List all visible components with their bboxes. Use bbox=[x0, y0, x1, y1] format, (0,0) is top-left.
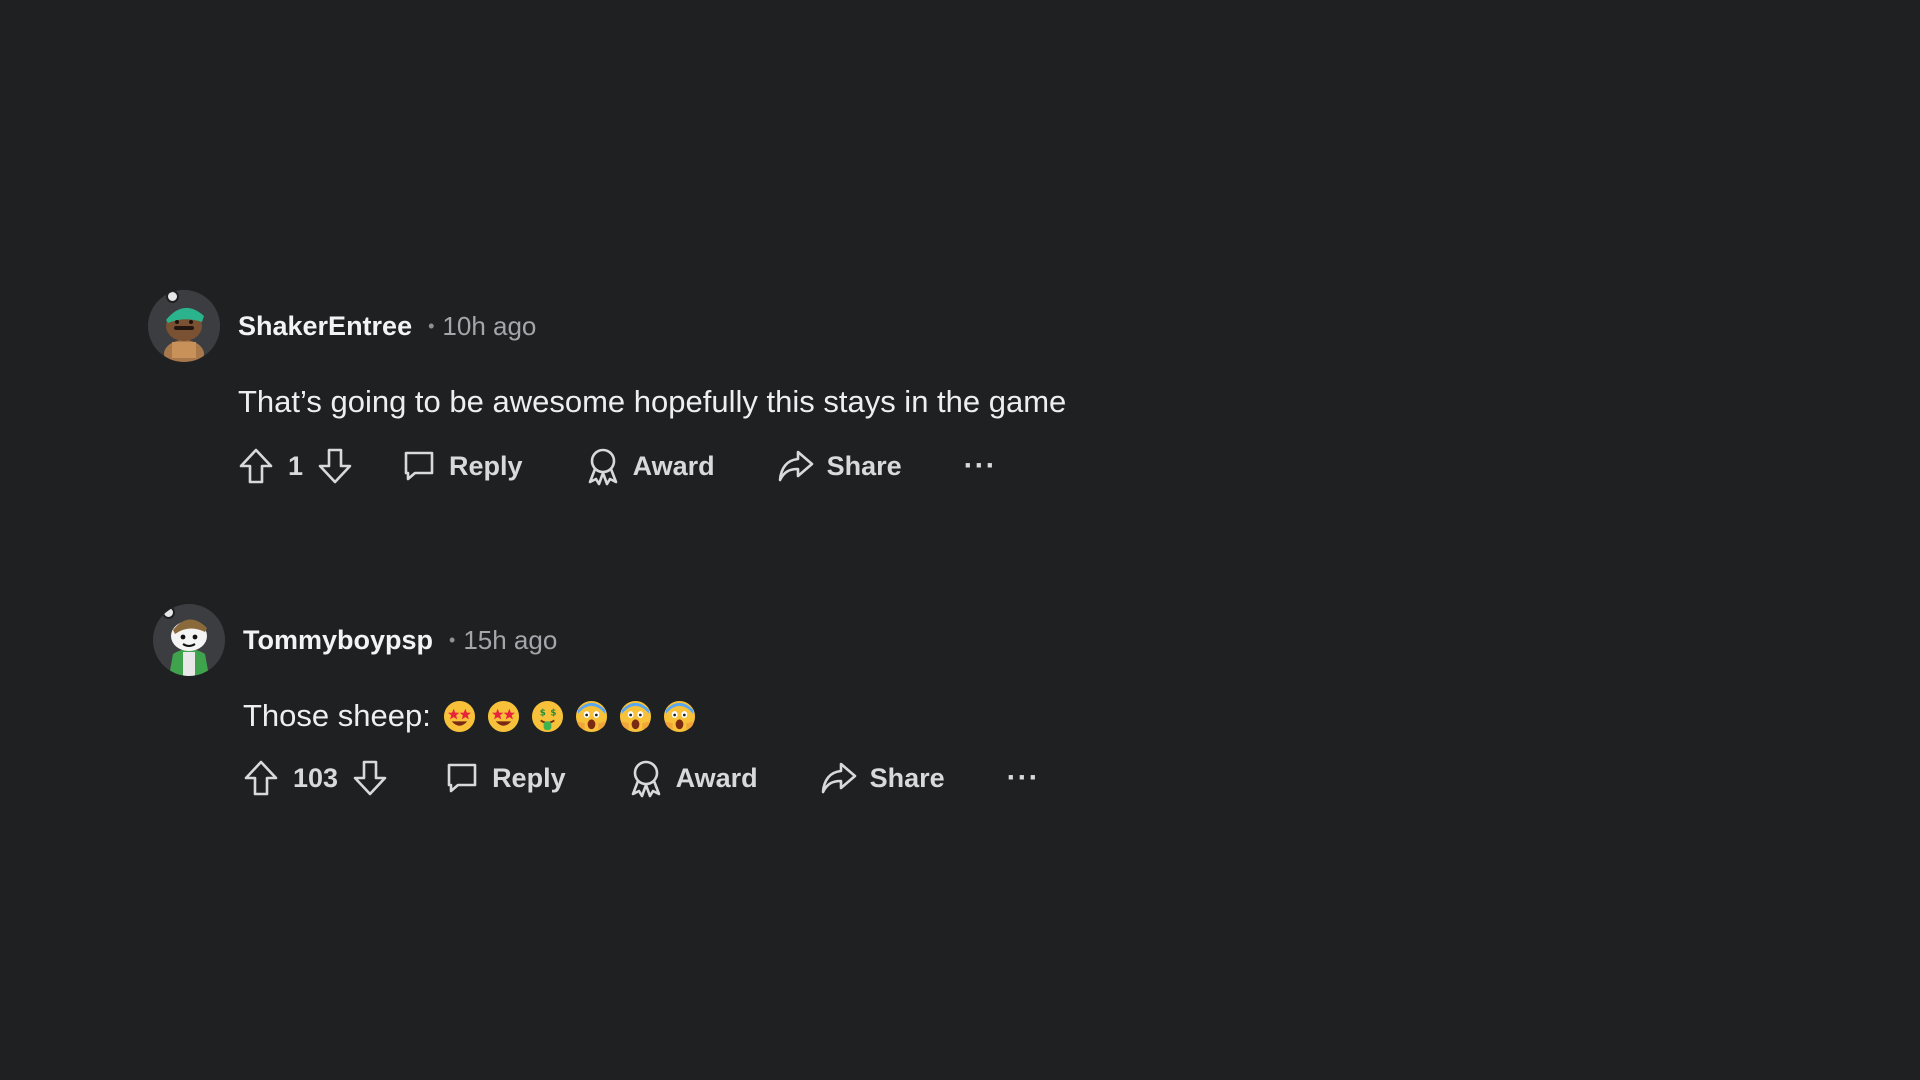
downvote-icon bbox=[353, 760, 387, 796]
reply-icon bbox=[404, 451, 434, 481]
reply-button[interactable]: Reply bbox=[401, 448, 523, 484]
downvote-button[interactable] bbox=[352, 759, 388, 797]
comment: Tommyboypsp • 15h ago Those sheep: $ $ 1… bbox=[153, 602, 1040, 800]
share-icon bbox=[778, 450, 813, 482]
avatar[interactable] bbox=[153, 604, 225, 676]
timestamp[interactable]: 10h ago bbox=[442, 311, 536, 342]
upvote-icon bbox=[244, 760, 278, 796]
comment-text: That’s going to be awesome hopefully thi… bbox=[238, 384, 1067, 419]
award-icon bbox=[631, 760, 660, 798]
share-icon bbox=[821, 762, 856, 794]
star-struck-emoji-icon bbox=[443, 700, 475, 732]
comment-body: That’s going to be awesome hopefully thi… bbox=[238, 382, 1066, 422]
star-struck-emoji-icon bbox=[487, 700, 519, 732]
share-button[interactable]: Share bbox=[820, 760, 945, 796]
comment-actions: 1 Reply Award Share ··· bbox=[238, 444, 1066, 488]
username[interactable]: Tommyboypsp bbox=[243, 625, 433, 656]
vote-count: 103 bbox=[293, 762, 339, 793]
award-button[interactable]: Award bbox=[628, 758, 758, 798]
screaming-face-emoji-icon bbox=[663, 700, 695, 732]
share-button[interactable]: Share bbox=[777, 448, 902, 484]
upvote-icon bbox=[239, 448, 273, 484]
downvote-icon bbox=[318, 448, 352, 484]
more-icon: ··· bbox=[963, 449, 997, 482]
upvote-button[interactable] bbox=[238, 447, 274, 485]
comment-actions: 103 Reply Award Share ··· bbox=[243, 756, 1040, 800]
svg-text:$: $ bbox=[550, 708, 556, 718]
svg-text:$: $ bbox=[540, 708, 546, 718]
comment-body: Those sheep: $ $ bbox=[243, 696, 1040, 736]
screaming-face-emoji-icon bbox=[619, 700, 651, 732]
comment: ShakerEntree • 10h ago That’s going to b… bbox=[148, 288, 1066, 488]
award-label: Award bbox=[632, 450, 715, 481]
username[interactable]: ShakerEntree bbox=[238, 311, 412, 342]
comment-text: Those sheep: bbox=[243, 698, 431, 733]
share-label: Share bbox=[869, 762, 945, 793]
screaming-face-emoji-icon bbox=[575, 700, 607, 732]
share-label: Share bbox=[826, 450, 902, 481]
online-indicator bbox=[162, 606, 175, 619]
vote-count: 1 bbox=[288, 450, 304, 481]
timestamp[interactable]: 15h ago bbox=[463, 625, 557, 656]
downvote-button[interactable] bbox=[317, 447, 353, 485]
separator: • bbox=[428, 315, 435, 336]
reply-label: Reply bbox=[492, 762, 566, 793]
comment-header: Tommyboypsp • 15h ago bbox=[153, 602, 1040, 678]
reply-icon bbox=[447, 763, 477, 793]
award-icon bbox=[588, 448, 617, 486]
separator: • bbox=[449, 629, 456, 650]
award-button[interactable]: Award bbox=[585, 446, 715, 486]
more-options-button[interactable]: ··· bbox=[1007, 761, 1040, 795]
comment-header: ShakerEntree • 10h ago bbox=[148, 288, 1066, 364]
award-label: Award bbox=[675, 762, 758, 793]
reply-label: Reply bbox=[449, 450, 523, 481]
page: ShakerEntree • 10h ago That’s going to b… bbox=[0, 0, 1920, 1080]
more-icon: ··· bbox=[1006, 761, 1040, 794]
more-options-button[interactable]: ··· bbox=[964, 449, 997, 483]
money-mouth-emoji-icon: $ $ bbox=[531, 700, 563, 732]
online-indicator bbox=[166, 290, 179, 303]
avatar[interactable] bbox=[148, 290, 220, 362]
upvote-button[interactable] bbox=[243, 759, 279, 797]
reply-button[interactable]: Reply bbox=[444, 760, 566, 796]
emoji-row: $ $ bbox=[443, 700, 707, 733]
